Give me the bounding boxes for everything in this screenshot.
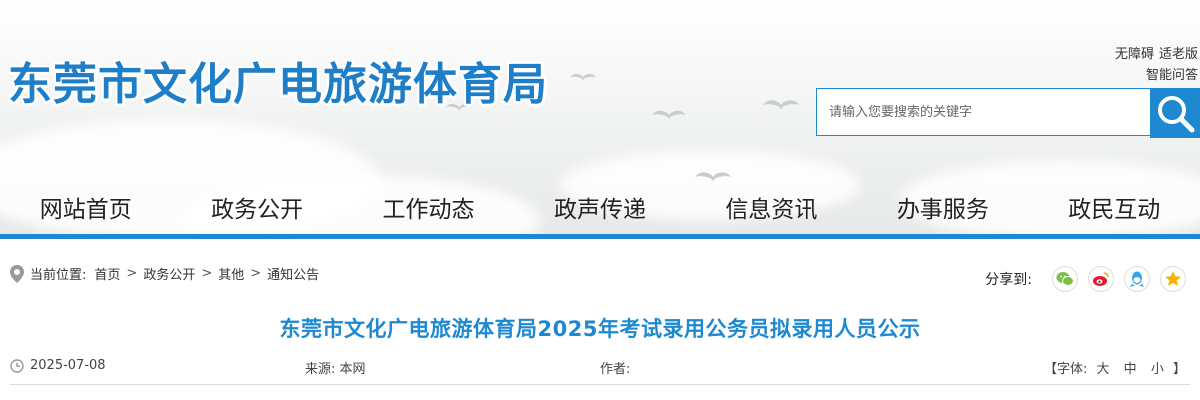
font-size-medium-button[interactable]: 中 xyxy=(1124,362,1137,377)
share-label: 分享到: xyxy=(985,272,1032,288)
search-box xyxy=(816,88,1200,138)
article-meta: 2025-07-08 来源: 本网 作者: 【字体: 大 中 小 】 xyxy=(0,358,1200,380)
font-size-prefix: 【字体: xyxy=(1043,362,1088,377)
bird-icon xyxy=(763,100,799,111)
search-icon xyxy=(1158,96,1195,133)
location-pin-icon xyxy=(10,264,24,283)
search-button[interactable] xyxy=(1150,88,1200,138)
publish-date: 2025-07-08 xyxy=(10,358,106,373)
bird-icon xyxy=(652,111,686,121)
smart-qa-link[interactable]: 智能问答 xyxy=(1146,68,1198,83)
share-bar: 分享到: xyxy=(985,266,1186,292)
nav-item-home[interactable]: 网站首页 xyxy=(34,188,138,234)
nav-item-interaction[interactable]: 政民互动 xyxy=(1062,188,1166,234)
breadcrumb-prefix: 当前位置: xyxy=(30,268,87,283)
publish-date-value: 2025-07-08 xyxy=(30,358,106,373)
author-label: 作者: xyxy=(600,362,631,377)
nav-item-government-affairs[interactable]: 政务公开 xyxy=(205,188,309,234)
article-source: 来源: 本网 xyxy=(305,358,366,377)
breadcrumb: 当前位置: 首页 > 政务公开 > 其他 > 通知公告 xyxy=(10,264,319,283)
breadcrumb-government-affairs[interactable]: 政务公开 xyxy=(143,264,195,283)
breadcrumb-separator: > xyxy=(126,266,138,281)
breadcrumb-home[interactable]: 首页 xyxy=(94,264,120,283)
breadcrumb-notices[interactable]: 通知公告 xyxy=(267,264,319,283)
share-weibo-button[interactable] xyxy=(1088,266,1114,292)
qq-icon xyxy=(1130,271,1144,287)
weibo-icon xyxy=(1093,272,1109,286)
elderly-mode-link[interactable]: 适老版 xyxy=(1159,47,1198,62)
share-qzone-button[interactable] xyxy=(1160,266,1186,292)
site-title[interactable]: 东莞市文化广电旅游体育局 xyxy=(8,48,548,112)
breadcrumb-other[interactable]: 其他 xyxy=(218,264,244,283)
breadcrumb-separator: > xyxy=(201,266,213,281)
font-size-large-button[interactable]: 大 xyxy=(1097,362,1110,377)
source-value: 本网 xyxy=(339,362,366,377)
search-input[interactable] xyxy=(816,88,1150,136)
nav-item-work-news[interactable]: 工作动态 xyxy=(377,188,481,234)
article-title: 东莞市文化广电旅游体育局2025年考试录用公务员拟录用人员公示 xyxy=(279,317,921,341)
breadcrumb-separator: > xyxy=(250,266,262,281)
wechat-icon xyxy=(1056,272,1074,286)
nav-item-policy-voice[interactable]: 政声传递 xyxy=(548,188,652,234)
top-links: 无障碍 适老版 智能问答 xyxy=(1115,44,1198,86)
nav-item-services[interactable]: 办事服务 xyxy=(891,188,995,234)
font-size-controls: 【字体: 大 中 小 】 xyxy=(1044,358,1186,377)
site-header: 东莞市文化广电旅游体育局 无障碍适老版 智能问答 网站首页 政务公开 工作动态 … xyxy=(0,0,1200,238)
share-wechat-button[interactable] xyxy=(1052,266,1078,292)
article-author: 作者: xyxy=(600,358,630,377)
meta-divider xyxy=(10,384,1190,385)
bird-icon xyxy=(570,74,596,82)
font-size-suffix: 】 xyxy=(1172,362,1186,377)
nav-item-information[interactable]: 信息资讯 xyxy=(719,188,823,234)
font-size-small-button[interactable]: 小 xyxy=(1151,362,1164,377)
accessibility-link[interactable]: 无障碍 xyxy=(1115,47,1154,62)
bird-icon xyxy=(695,172,731,183)
main-nav: 网站首页 政务公开 工作动态 政声传递 信息资讯 办事服务 政民互动 xyxy=(0,188,1200,234)
nav-underline xyxy=(0,234,1200,239)
qzone-icon xyxy=(1165,271,1181,286)
source-label: 来源: xyxy=(305,362,336,377)
share-qq-button[interactable] xyxy=(1124,266,1150,292)
clock-icon xyxy=(10,358,24,373)
